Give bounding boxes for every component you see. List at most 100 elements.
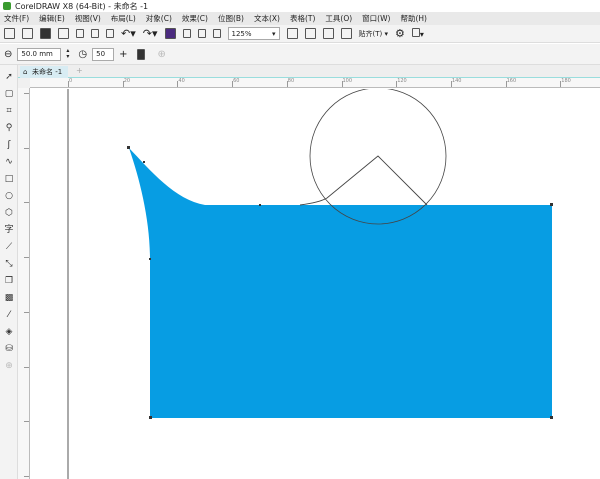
timer-icon: ◷ (78, 48, 88, 60)
import-icon[interactable] (182, 29, 191, 38)
eyedropper-icon[interactable]: ⁄ (3, 309, 15, 321)
export-icon[interactable] (197, 29, 206, 38)
ruler-label: 160 (506, 78, 517, 84)
ruler-tick (24, 93, 29, 94)
menu-item[interactable]: 视图(V) (75, 13, 101, 24)
horizontal-ruler[interactable]: 0 20 40 60 80 100 120 140 160 180 (30, 78, 600, 88)
publish-pdf-icon[interactable] (212, 29, 221, 38)
interactive-fill-icon[interactable]: ◈ (3, 326, 15, 338)
standard-toolbar: ↶▾ ↷▾ 125% ▾ 贴齐(T) ▾ ⚙ ▾ (0, 25, 600, 43)
home-icon: ⌂ (23, 68, 28, 76)
smart-fill-icon[interactable]: ⛁ (3, 343, 15, 355)
pressure-icon[interactable] (136, 48, 145, 60)
add-tab-icon[interactable]: + (76, 66, 83, 75)
ruler-tick (505, 81, 507, 87)
menu-item[interactable]: 表格(T) (290, 13, 315, 24)
ruler-tick (24, 147, 29, 149)
menu-item[interactable]: 窗口(W) (362, 13, 390, 24)
ellipse-icon[interactable]: ○ (3, 190, 15, 202)
snap-to-button[interactable]: 贴齐(T) ▾ (359, 29, 389, 39)
paste-icon[interactable] (106, 29, 114, 38)
shape-icon[interactable]: ▢ (3, 88, 15, 100)
vertical-ruler[interactable] (18, 88, 30, 479)
menu-item[interactable]: 编辑(E) (39, 13, 65, 24)
ruler-label: 140 (451, 78, 462, 84)
copy-icon[interactable] (91, 29, 99, 38)
ruler-label: 20 (123, 78, 131, 84)
polygon-icon[interactable]: ⬡ (3, 207, 15, 219)
rulers-icon[interactable] (304, 28, 316, 39)
property-bar: ⊖ 50.0 mm ▴ ▾ ◷ 50 + ⊕ (0, 44, 600, 65)
ruler-tick (177, 81, 179, 87)
crop-icon[interactable]: ⌗ (3, 105, 15, 117)
text-icon[interactable]: 字 (3, 224, 15, 236)
ruler-tick (24, 366, 29, 368)
application-launcher-icon[interactable]: ▾ (411, 28, 424, 39)
ruler-tick (24, 257, 29, 259)
menu-item[interactable]: 效果(C) (182, 13, 208, 24)
menu-item[interactable]: 文件(F) (4, 13, 29, 24)
guidelines-icon[interactable] (340, 28, 352, 39)
blue-filled-shape[interactable] (129, 148, 552, 418)
add-icon[interactable]: ⊕ (3, 360, 15, 372)
menu-item[interactable]: 帮助(H) (400, 13, 427, 24)
undo-icon[interactable]: ↶▾ (121, 27, 136, 40)
rectangle-icon[interactable]: □ (3, 173, 15, 185)
ruler-label: 0 (69, 78, 73, 84)
ruler-tick (450, 81, 452, 87)
pick-icon[interactable]: ➚ (3, 71, 15, 83)
ruler-tick (560, 81, 562, 87)
connector-icon[interactable]: ⤡ (3, 258, 15, 270)
menu-item[interactable]: 文本(X) (254, 13, 280, 24)
redo-icon[interactable]: ↷▾ (143, 27, 158, 40)
document-tab-bar: ⌂ 未命名 -1 + (18, 65, 600, 78)
print-icon[interactable] (58, 28, 69, 39)
ruler-tick (24, 202, 29, 204)
ruler-label: 120 (397, 78, 407, 84)
menu-item[interactable]: 工具(O) (325, 13, 352, 24)
ruler-tick (341, 81, 343, 87)
ruler-tick (24, 475, 29, 477)
title-bar: CorelDRAW X8 (64-Bit) - 未命名 -1 (0, 0, 600, 12)
full-screen-icon[interactable] (286, 28, 298, 39)
transparency-icon[interactable]: ▩ (3, 292, 15, 304)
drop-shadow-icon[interactable]: ❐ (3, 275, 15, 287)
toolbox: ➚ ▢ ⌗ ⚲ ʃ ∿ □ ○ ⬡ 字 ⟋ ⤡ ❐ ▩ ⁄ ◈ ⛁ ⊕ (0, 65, 18, 479)
zoom-icon[interactable]: ⚲ (3, 122, 15, 134)
minus-circle-icon: ⊖ (4, 48, 13, 60)
ruler-tick (24, 311, 29, 313)
coreldraw-logo-icon (3, 2, 11, 10)
grid-icon[interactable] (322, 28, 334, 39)
ruler-label: 100 (342, 78, 353, 84)
crosshair-icon: ⊕ (157, 48, 166, 60)
dimension-icon[interactable]: ⟋ (3, 241, 15, 253)
ruler-label: 180 (561, 78, 571, 84)
ruler-tick (286, 81, 288, 87)
freehand-icon[interactable]: ʃ (3, 139, 15, 151)
zoom-level-combo[interactable]: 125% ▾ (227, 27, 280, 40)
corel-connect-icon[interactable] (164, 28, 176, 39)
drawing-canvas[interactable] (31, 89, 600, 479)
ruler-origin[interactable] (18, 78, 30, 88)
menu-item[interactable]: 布局(L) (111, 13, 136, 24)
new-icon[interactable] (4, 28, 15, 39)
window-title: CorelDRAW X8 (64-Bit) - 未命名 -1 (15, 1, 149, 11)
ruler-tick (24, 421, 29, 423)
open-icon[interactable] (22, 28, 33, 39)
ruler-tick (68, 81, 69, 87)
save-icon[interactable] (40, 28, 51, 39)
menu-item[interactable]: 对象(C) (146, 13, 172, 24)
spin-icon[interactable]: ▴ ▾ (66, 48, 69, 60)
menu-item[interactable]: 位图(B) (218, 13, 244, 24)
chevron-outline[interactable] (299, 155, 428, 206)
nib-size-input[interactable]: 50.0 mm (17, 47, 62, 61)
ruler-label: 80 (287, 78, 295, 84)
cut-icon[interactable] (76, 29, 84, 38)
count-input[interactable]: 50 (92, 47, 115, 61)
artistic-media-icon[interactable]: ∿ (3, 156, 15, 168)
options-gear-icon[interactable]: ⚙ (395, 27, 405, 40)
plus-icon[interactable]: + (119, 49, 127, 60)
ruler-tick (122, 81, 124, 87)
ruler-tick (396, 81, 398, 87)
tab-document[interactable]: ⌂ 未命名 -1 (20, 66, 69, 78)
